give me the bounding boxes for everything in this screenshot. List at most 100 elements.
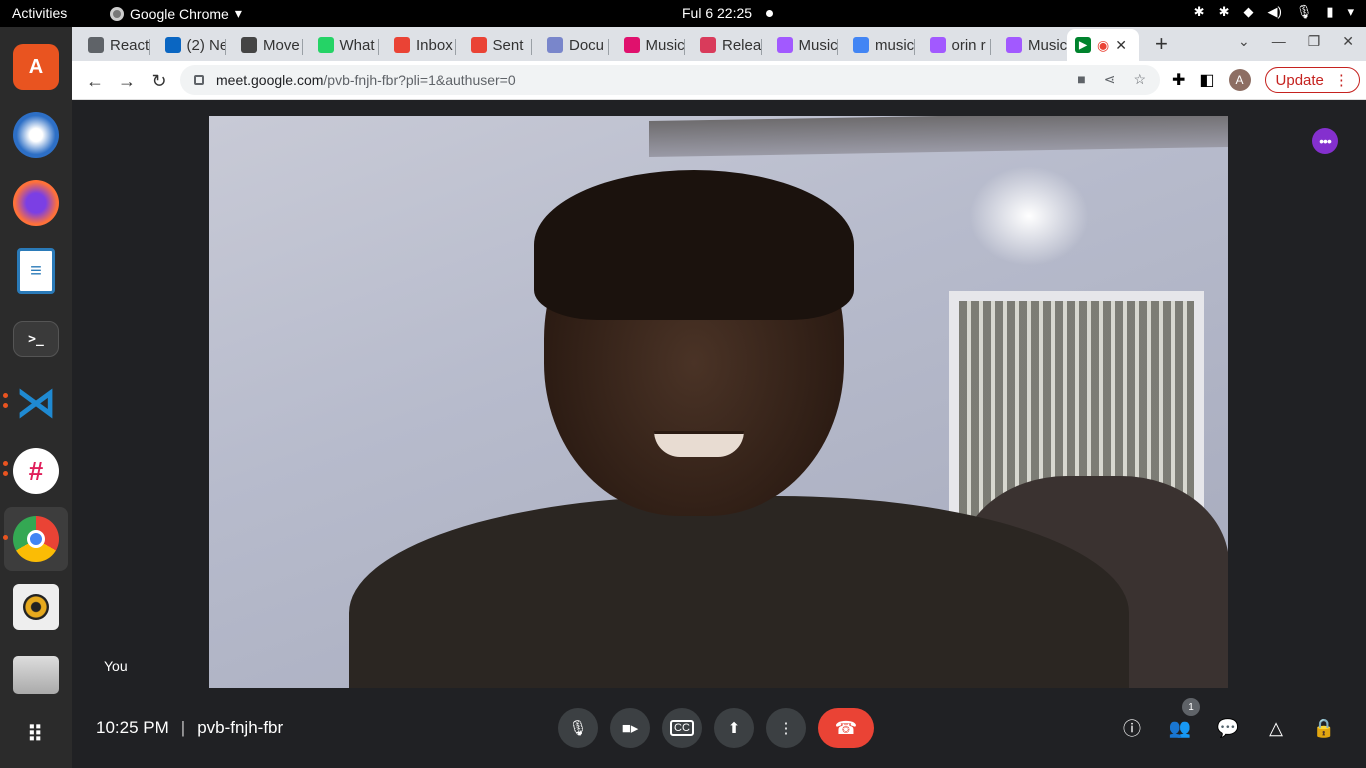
tab-item[interactable]: Move bbox=[225, 33, 302, 57]
tab-title: Move bbox=[263, 36, 300, 54]
back-icon[interactable]: ← bbox=[82, 68, 108, 94]
dock-terminal[interactable]: >_ bbox=[4, 307, 68, 371]
tab-meet-active[interactable]: ▶ ◉ ✕ bbox=[1067, 29, 1139, 61]
tab-item[interactable]: orin r bbox=[914, 33, 991, 57]
people-icon: 👥 bbox=[1168, 717, 1192, 738]
tab-item[interactable]: Relea bbox=[684, 33, 761, 57]
dock-files[interactable] bbox=[4, 643, 68, 707]
wifi-icon[interactable]: ◆ bbox=[1243, 4, 1253, 20]
tab-item[interactable]: Sent bbox=[455, 33, 532, 57]
running-indicator-icon bbox=[3, 535, 8, 540]
new-tab-button[interactable]: + bbox=[1155, 31, 1168, 57]
update-button[interactable]: Update ⋮ bbox=[1264, 67, 1360, 93]
maximize-icon[interactable]: ❐ bbox=[1308, 33, 1321, 50]
extensions-icon[interactable]: ✚ bbox=[1172, 70, 1185, 90]
tab-separator bbox=[684, 39, 685, 55]
tab-item[interactable]: Docu bbox=[531, 33, 608, 57]
toolbar-right: ✚ ◧ A Update ⋮ bbox=[1172, 67, 1360, 93]
slack-tray-icon[interactable]: ✱ bbox=[1194, 4, 1205, 20]
clock[interactable]: Ful 6 22:25 bbox=[682, 5, 774, 21]
vscode-icon: ⋊ bbox=[16, 381, 56, 425]
tab-separator bbox=[531, 39, 532, 55]
chrome-icon bbox=[110, 6, 124, 21]
recording-icon: ◉ bbox=[1097, 36, 1110, 53]
video-person bbox=[349, 170, 1129, 688]
tab-item[interactable]: Music bbox=[761, 33, 837, 57]
camera-icon[interactable]: ■ bbox=[1077, 71, 1085, 88]
chevron-down-icon[interactable]: ▾ bbox=[1347, 4, 1354, 20]
separator: | bbox=[180, 718, 186, 737]
lock-icon[interactable] bbox=[194, 75, 204, 85]
meeting-details-button[interactable]: ⓘ bbox=[1120, 716, 1144, 740]
close-tab-icon[interactable]: ✕ bbox=[1115, 37, 1127, 54]
tab-title: What bbox=[339, 36, 375, 54]
figma-icon bbox=[929, 37, 946, 53]
people-button[interactable]: 👥 1 bbox=[1168, 698, 1200, 740]
system-tray[interactable]: ✱ ✱ ◆ ◀) 🎙 ▮ ▾ bbox=[1194, 4, 1354, 20]
dock-ubuntu-software[interactable]: A bbox=[4, 35, 68, 99]
present-button[interactable]: ⬆ bbox=[714, 708, 754, 748]
minimize-icon[interactable]: — bbox=[1272, 33, 1286, 50]
more-options-button[interactable]: ⋮ bbox=[766, 708, 806, 748]
tab-item[interactable]: What bbox=[302, 33, 379, 57]
battery-icon[interactable]: ▮ bbox=[1326, 4, 1333, 20]
close-window-icon[interactable]: ✕ bbox=[1342, 33, 1354, 50]
host-controls-button[interactable]: 🔒 bbox=[1312, 716, 1336, 740]
present-screen-icon: ⬆ bbox=[727, 720, 741, 737]
thunderbird-icon bbox=[13, 112, 59, 158]
camera-button[interactable]: ■▸ bbox=[610, 708, 650, 748]
address-bar[interactable]: meet.google.com/pvb-fnjh-fbr?pli=1&authu… bbox=[180, 65, 1160, 95]
tab-item[interactable]: Inbox bbox=[378, 33, 455, 57]
app-menu[interactable]: Google Chrome ▾ bbox=[110, 5, 242, 22]
meeting-code: pvb-fnjh-fbr bbox=[197, 718, 284, 737]
camera-icon: ■▸ bbox=[621, 720, 639, 737]
gnome-top-bar: Activities Google Chrome ▾ Ful 6 22:25 ✱… bbox=[0, 0, 1366, 27]
activities-button[interactable]: △ bbox=[1264, 716, 1288, 740]
avatar[interactable]: A bbox=[1228, 69, 1251, 91]
tab-separator bbox=[454, 39, 456, 55]
end-call-icon: ☎ bbox=[834, 717, 858, 738]
more-options-icon[interactable]: ••• bbox=[1312, 128, 1338, 154]
tab-title: Docu bbox=[569, 36, 605, 54]
bookmark-star-icon[interactable]: ☆ bbox=[1133, 71, 1146, 88]
self-video-feed[interactable] bbox=[209, 116, 1228, 688]
reload-icon[interactable]: ↻ bbox=[146, 68, 172, 94]
dock-firefox[interactable] bbox=[4, 171, 68, 235]
dock-slack[interactable]: # bbox=[3, 439, 68, 503]
microphone-button[interactable]: 🎙 bbox=[558, 708, 598, 748]
running-indicator-icon bbox=[3, 471, 8, 476]
dock-writer[interactable]: ≡ bbox=[4, 239, 68, 303]
chevron-down-icon: ▾ bbox=[234, 5, 242, 21]
tab-title: Music bbox=[1028, 36, 1067, 54]
chat-button[interactable]: 💬 bbox=[1216, 716, 1240, 740]
tab-item[interactable]: (2) Ne bbox=[149, 33, 225, 57]
tab-item[interactable]: React bbox=[72, 33, 149, 57]
dock-thunderbird[interactable] bbox=[4, 103, 68, 167]
participants-count-badge: 1 bbox=[1182, 698, 1200, 716]
dock-show-apps[interactable]: ⠿ bbox=[4, 703, 68, 767]
files-icon bbox=[13, 656, 59, 694]
forward-icon[interactable]: → bbox=[114, 68, 140, 94]
tab-separator bbox=[148, 39, 150, 55]
activities-button[interactable]: Activities bbox=[12, 5, 67, 21]
microphone-icon[interactable]: 🎙 bbox=[1296, 4, 1313, 20]
tab-item[interactable]: Music bbox=[990, 33, 1067, 57]
tab-item[interactable]: Music bbox=[608, 33, 684, 57]
tab-title: Sent bbox=[492, 36, 524, 54]
captions-button[interactable]: CC bbox=[662, 708, 702, 748]
dock-chrome[interactable] bbox=[3, 507, 68, 571]
info-icon: ⓘ bbox=[1123, 719, 1141, 739]
volume-icon[interactable]: ◀) bbox=[1267, 4, 1281, 20]
dock-rhythmbox[interactable] bbox=[4, 575, 68, 639]
running-indicator-icon bbox=[3, 393, 8, 398]
tab-search-icon[interactable]: ⌄ bbox=[1238, 33, 1250, 50]
side-panel-icon[interactable]: ◧ bbox=[1199, 70, 1214, 90]
video-icon bbox=[88, 37, 104, 53]
share-icon[interactable]: ⋖ bbox=[1104, 71, 1116, 88]
tab-item[interactable]: music bbox=[837, 33, 914, 57]
dock-vscode[interactable]: ⋊ bbox=[3, 371, 68, 435]
meet-control-bar: 10:25 PM | pvb-fnjh-fbr 🎙 ■▸ CC ⬆ ⋮ ☎ ⓘ … bbox=[72, 688, 1366, 768]
slack-tray-icon-2[interactable]: ✱ bbox=[1219, 4, 1230, 20]
leave-call-button[interactable]: ☎ bbox=[818, 708, 874, 748]
tab-separator bbox=[301, 39, 303, 55]
